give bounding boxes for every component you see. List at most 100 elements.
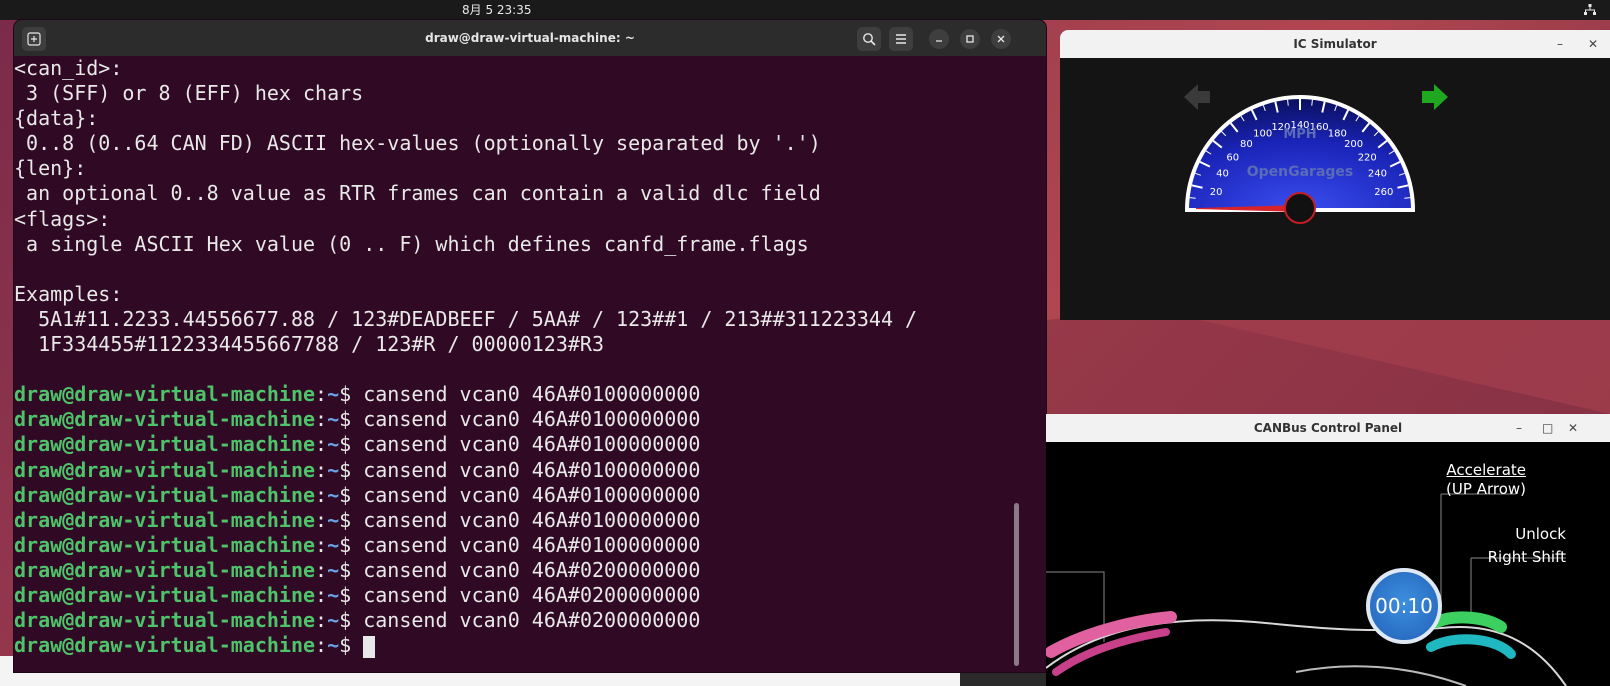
prompt-user: draw@draw-virtual-machine — [14, 432, 316, 457]
gauge-tick-label: 220 — [1358, 152, 1377, 163]
prompt-path: ~ — [327, 633, 340, 658]
command-text: cansend vcan0 46A#0200000000 — [363, 557, 701, 582]
gauge-tick — [1404, 197, 1411, 199]
gauge-tick-label: 240 — [1368, 169, 1387, 180]
output-line: 1F334455#1122334455667788 / 123#R / 0000… — [14, 332, 605, 357]
command-line: draw@draw-virtual-machine:~$ cansend vca… — [14, 507, 701, 532]
ic-simulator-title: IC Simulator — [1293, 37, 1377, 51]
canbus-title: CANBus Control Panel — [1253, 421, 1403, 435]
prompt-symbol: $ — [339, 382, 364, 407]
prompt-path: ~ — [327, 608, 340, 633]
active-prompt-line[interactable]: draw@draw-virtual-machine:~$ — [14, 633, 1034, 658]
command-text: cansend vcan0 46A#0100000000 — [363, 382, 701, 407]
prompt-user: draw@draw-virtual-machine — [14, 633, 316, 658]
command-line: draw@draw-virtual-machine:~$ cansend vca… — [14, 532, 701, 557]
clock[interactable]: 8月 5 23:35 — [462, 0, 531, 20]
search-icon — [863, 33, 876, 46]
command-line: draw@draw-virtual-machine:~$ cansend vca… — [14, 432, 701, 457]
accelerate-label: Accelerate — [1446, 461, 1526, 479]
output-line: a single ASCII Hex value (0 .. F) which … — [14, 231, 809, 256]
minimize-button[interactable] — [929, 29, 949, 49]
prompt-path: ~ — [327, 557, 340, 582]
prompt-path: ~ — [327, 482, 340, 507]
minimize-icon — [936, 40, 942, 42]
gauge-hub — [1284, 192, 1316, 224]
gauge-tick-label: 60 — [1226, 152, 1239, 163]
prompt-path: ~ — [327, 457, 340, 482]
canbus-control-panel-window[interactable]: CANBus Control Panel – □ ✕ Accelerate (U… — [1046, 414, 1610, 686]
prompt-user: draw@draw-virtual-machine — [14, 482, 316, 507]
output-line: 0..8 (0..64 CAN FD) ASCII hex-values (op… — [14, 131, 821, 156]
terminal-scrollbar[interactable] — [1014, 503, 1019, 666]
prompt-symbol: $ — [339, 608, 364, 633]
speedometer: 20406080100120 140 160180200220240260 MPH … — [1184, 84, 1448, 224]
prompt-user: draw@draw-virtual-machine — [14, 557, 316, 582]
close-button[interactable] — [991, 29, 1011, 49]
canbus-titlebar[interactable]: CANBus Control Panel – □ ✕ — [1046, 414, 1610, 442]
output-line: <flags>: — [14, 206, 111, 231]
prompt-symbol: $ — [339, 407, 364, 432]
top-bar: 8月 5 23:35 — [0, 0, 1610, 20]
prompt-symbol: $ — [339, 582, 364, 607]
accelerate-key-label: (UP Arrow) — [1446, 480, 1526, 498]
output-line: {len}: — [14, 156, 87, 181]
network-icon — [1584, 4, 1596, 15]
output-line: {data}: — [14, 106, 99, 131]
command-line: draw@draw-virtual-machine:~$ cansend vca… — [14, 582, 701, 607]
command-text: cansend vcan0 46A#0100000000 — [363, 482, 701, 507]
maximize-icon — [966, 35, 974, 43]
command-line: draw@draw-virtual-machine:~$ cansend vca… — [14, 457, 701, 482]
output-line: 3 (SFF) or 8 (EFF) hex chars — [14, 81, 364, 106]
prompt-user: draw@draw-virtual-machine — [14, 507, 316, 532]
prompt-symbol: $ — [339, 557, 364, 582]
output-line: <can_id>: — [14, 56, 123, 80]
ic-simulator-titlebar[interactable]: IC Simulator – ✕ — [1060, 30, 1610, 58]
terminal-titlebar[interactable]: draw@draw-virtual-machine: ~ — [14, 20, 1046, 56]
gauge-brand: OpenGarages — [1247, 164, 1354, 180]
search-button[interactable] — [857, 27, 881, 51]
prompt-user: draw@draw-virtual-machine — [14, 582, 316, 607]
prompt-path: ~ — [327, 507, 340, 532]
ic-minimize-button[interactable]: – — [1557, 30, 1563, 58]
timer-badge: 00:10 — [1366, 568, 1442, 644]
terminal-window[interactable]: draw@draw-virtual-machine: ~ <can_id>: 3… — [14, 20, 1046, 672]
command-text: cansend vcan0 46A#0100000000 — [363, 507, 701, 532]
system-tray[interactable] — [1574, 0, 1604, 20]
menu-button[interactable] — [889, 27, 913, 51]
gauge-tick-label: 200 — [1344, 139, 1363, 150]
ic-close-button[interactable]: ✕ — [1588, 30, 1598, 58]
canbus-maximize-button[interactable]: □ — [1542, 414, 1553, 442]
prompt-user: draw@draw-virtual-machine — [14, 457, 316, 482]
prompt-symbol: $ — [339, 482, 364, 507]
canbus-close-button[interactable]: ✕ — [1568, 414, 1578, 442]
prompt-user: draw@draw-virtual-machine — [14, 608, 316, 633]
command-text: cansend vcan0 46A#0100000000 — [363, 407, 701, 432]
command-text: cansend vcan0 46A#0100000000 — [363, 532, 701, 557]
gauge-tick-label: 80 — [1240, 139, 1253, 150]
prompt-user: draw@draw-virtual-machine — [14, 382, 316, 407]
command-text: cansend vcan0 46A#0100000000 — [363, 432, 701, 457]
close-icon — [997, 35, 1005, 43]
prompt-symbol: $ — [339, 432, 364, 457]
prompt-symbol: $ — [339, 633, 364, 658]
gauge-tick-label: 20 — [1210, 187, 1223, 198]
prompt-user: draw@draw-virtual-machine — [14, 407, 316, 432]
terminal-output[interactable]: <can_id>: 3 (SFF) or 8 (EFF) hex chars {… — [14, 56, 1034, 672]
prompt-path: ~ — [327, 382, 340, 407]
output-line: an optional 0..8 value as RTR frames can… — [14, 181, 821, 206]
prompt-path: ~ — [327, 407, 340, 432]
unlock-label: Unlock — [1515, 525, 1566, 543]
maximize-button[interactable] — [960, 29, 980, 49]
output-line: Examples: — [14, 281, 123, 306]
text-cursor — [363, 635, 376, 658]
prompt-user: draw@draw-virtual-machine — [14, 532, 316, 557]
command-text: cansend vcan0 46A#0200000000 — [363, 582, 701, 607]
gauge-tick-label: 40 — [1216, 169, 1229, 180]
canbus-minimize-button[interactable]: – — [1516, 414, 1522, 442]
command-line: draw@draw-virtual-machine:~$ cansend vca… — [14, 382, 701, 407]
command-line: draw@draw-virtual-machine:~$ cansend vca… — [14, 482, 701, 507]
ic-simulator-window[interactable]: IC Simulator – ✕ 20 40 60 80 100 120 140 160 180… — [1060, 30, 1610, 320]
command-line: draw@draw-virtual-machine:~$ cansend vca… — [14, 608, 701, 633]
